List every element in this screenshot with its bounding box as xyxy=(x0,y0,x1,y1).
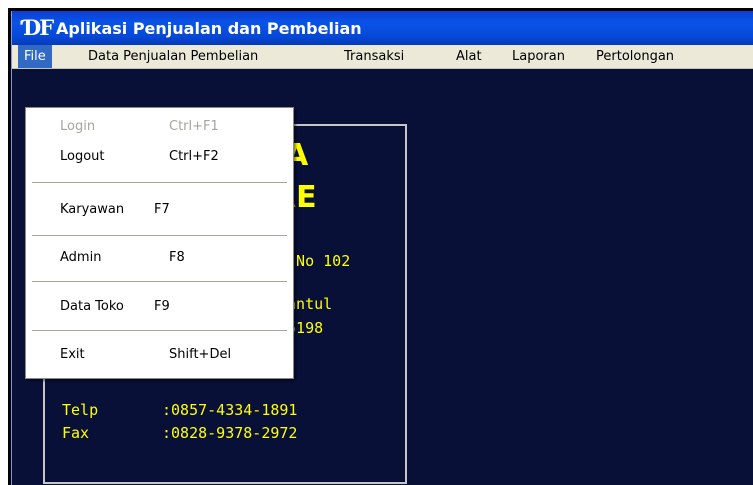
title-bar[interactable]: ƊF Aplikasi Penjualan dan Pembelian xyxy=(12,11,753,45)
menu-item-logout[interactable]: Logout Ctrl+F2 xyxy=(26,146,293,170)
menu-item-exit-shortcut: Shift+Del xyxy=(169,347,232,362)
fax-value: :0828-9378-2972 xyxy=(162,424,298,442)
menu-item-data-toko-shortcut: F9 xyxy=(154,299,170,314)
menu-item-karyawan-label: Karyawan xyxy=(60,202,125,217)
phone-label: Telp xyxy=(62,401,99,419)
app-logo-icon: ƊF xyxy=(23,15,54,40)
menu-item-logout-shortcut: Ctrl+F2 xyxy=(169,149,219,164)
menu-alat[interactable]: Alat xyxy=(450,45,488,68)
menu-item-logout-label: Logout xyxy=(60,149,105,164)
menu-item-admin[interactable]: Admin F8 xyxy=(26,247,293,271)
menu-item-data-toko-label: Data Toko xyxy=(60,299,124,314)
phone-value: :0857-4334-1891 xyxy=(162,401,298,419)
menu-item-login-shortcut: Ctrl+F1 xyxy=(169,119,219,134)
menu-separator xyxy=(32,235,287,237)
menu-data-penjualan-pembelian[interactable]: Data Penjualan Pembelian xyxy=(82,45,264,68)
file-menu-dropdown: Login Ctrl+F1 Logout Ctrl+F2 Karyawan F7… xyxy=(25,107,294,379)
menu-item-karyawan[interactable]: Karyawan F7 xyxy=(26,199,293,223)
window-title: Aplikasi Penjualan dan Pembelian xyxy=(56,19,362,38)
menu-item-login: Login Ctrl+F1 xyxy=(26,116,293,140)
menu-separator xyxy=(32,281,287,283)
menu-item-exit-label: Exit xyxy=(60,347,85,362)
menu-item-exit[interactable]: Exit Shift+Del xyxy=(26,344,293,368)
menu-transaksi[interactable]: Transaksi xyxy=(338,45,410,68)
menu-bar: File Data Penjualan Pembelian Transaksi … xyxy=(12,45,753,69)
store-phone: Telp :0857-4334-1891 xyxy=(62,401,297,419)
menu-item-admin-label: Admin xyxy=(60,250,102,265)
menu-separator xyxy=(32,330,287,332)
menu-pertolongan[interactable]: Pertolongan xyxy=(590,45,680,68)
menu-item-login-label: Login xyxy=(60,119,96,134)
store-fax: Fax :0828-9378-2972 xyxy=(62,424,297,442)
menu-file[interactable]: File xyxy=(18,45,52,68)
menu-item-data-toko[interactable]: Data Toko F9 xyxy=(26,296,293,320)
menu-item-admin-shortcut: F8 xyxy=(169,250,185,265)
menu-laporan[interactable]: Laporan xyxy=(506,45,571,68)
fax-label: Fax xyxy=(62,424,90,442)
menu-separator xyxy=(32,182,287,184)
menu-item-karyawan-shortcut: F7 xyxy=(154,202,170,217)
